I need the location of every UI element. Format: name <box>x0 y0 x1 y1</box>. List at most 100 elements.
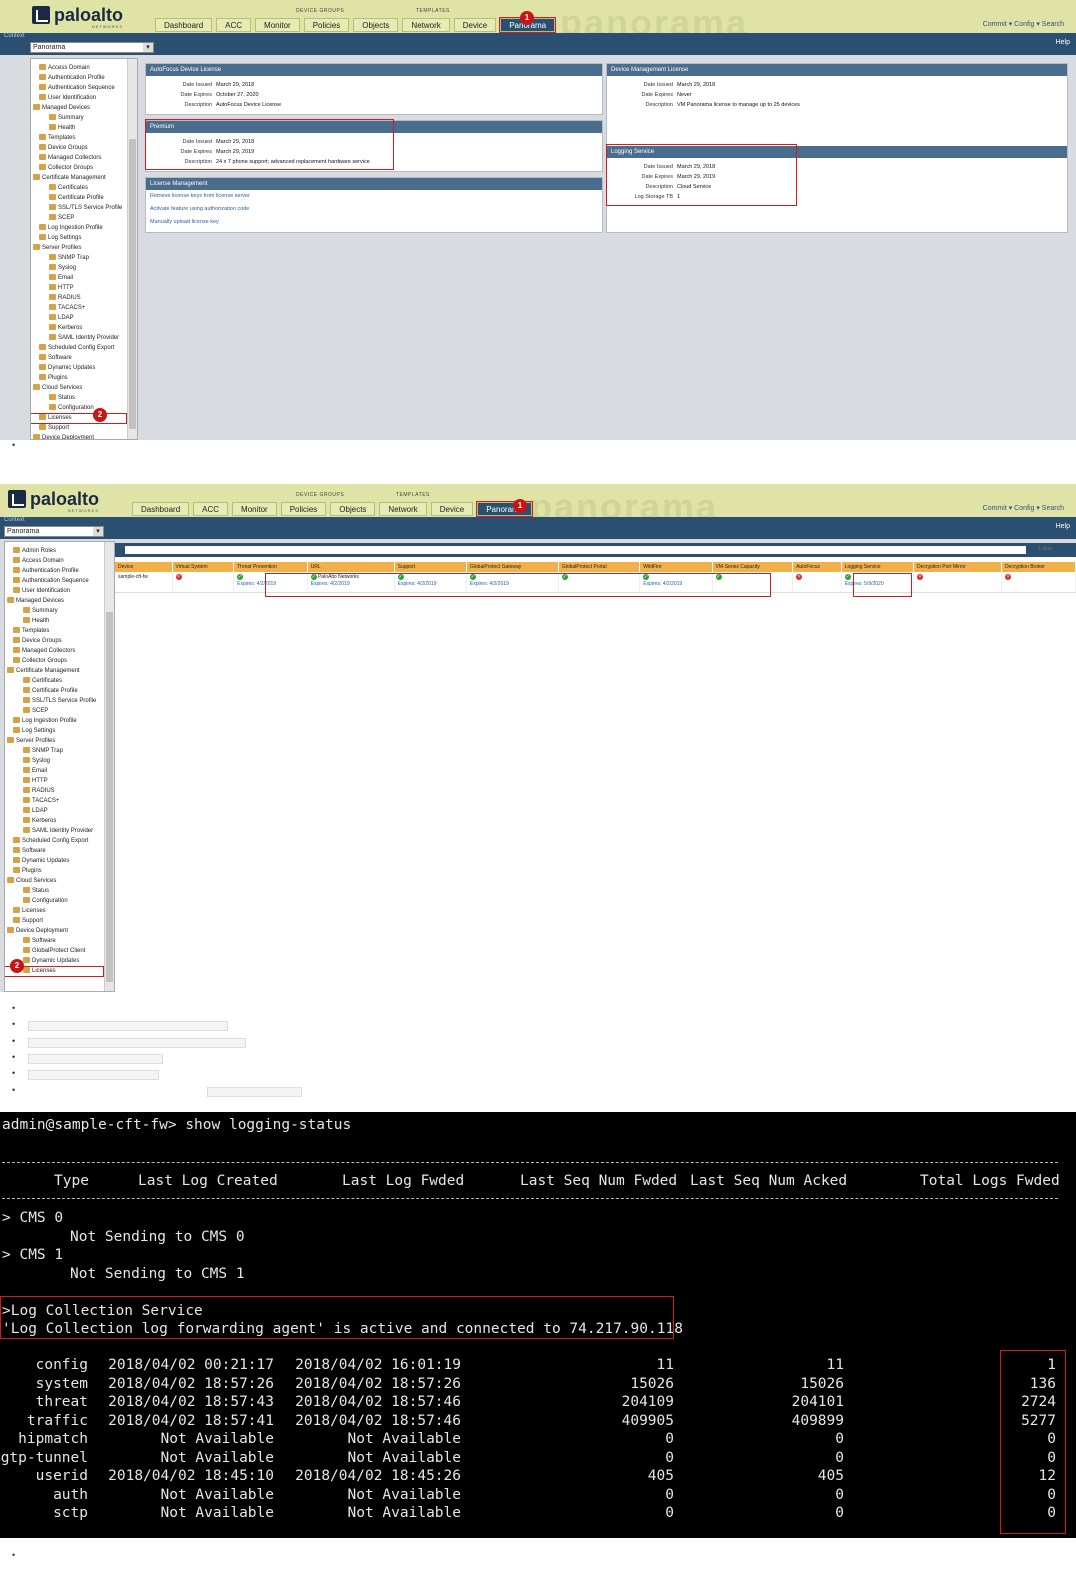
sidebar-item[interactable]: Authentication Profile <box>31 73 127 83</box>
column-header[interactable]: Logging Service <box>841 562 914 572</box>
sidebar-item[interactable]: Health <box>5 616 104 626</box>
sidebar-item[interactable]: SAML Identity Provider <box>31 333 127 343</box>
column-header[interactable]: AutoFocus <box>792 562 842 572</box>
sidebar-item[interactable]: Device Groups <box>31 143 127 153</box>
tab-network[interactable]: Network <box>402 18 450 32</box>
sidebar-item[interactable]: Log Ingestion Profile <box>31 223 127 233</box>
sidebar-item[interactable]: Access Domain <box>31 63 127 73</box>
retrieve-license-link[interactable]: Retrieve license keys from license serve… <box>146 190 602 203</box>
sidebar-item[interactable]: LDAP <box>31 313 127 323</box>
sidebar-item[interactable]: Certificate Profile <box>5 686 104 696</box>
sidebar-item[interactable]: Configuration <box>5 896 104 906</box>
sidebar-item[interactable]: Managed Devices <box>31 103 127 113</box>
sidebar-item[interactable]: Software <box>5 936 104 946</box>
column-header[interactable]: Support <box>394 562 467 572</box>
column-header[interactable]: URL <box>307 562 395 572</box>
sidebar-item[interactable]: Status <box>5 886 104 896</box>
upload-license-link[interactable]: Manually upload license key <box>146 216 602 229</box>
sidebar-item[interactable]: SSL/TLS Service Profile <box>5 696 104 706</box>
sidebar-item[interactable]: Syslog <box>31 263 127 273</box>
tab-device[interactable]: Device <box>430 502 474 516</box>
sidebar-item[interactable]: LDAP <box>5 806 104 816</box>
sidebar-item[interactable]: Status <box>31 393 127 403</box>
sidebar-item[interactable]: Authentication Sequence <box>5 576 104 586</box>
sidebar-item[interactable]: Plugins <box>31 373 127 383</box>
sidebar-item[interactable]: HTTP <box>5 776 104 786</box>
sidebar-item[interactable]: RADIUS <box>31 293 127 303</box>
help-button[interactable]: Help <box>1056 39 1070 46</box>
sidebar-item[interactable]: Access Domain <box>5 556 104 566</box>
sidebar-item[interactable]: Collector Groups <box>31 163 127 173</box>
sidebar-item[interactable]: Managed Devices <box>5 596 104 606</box>
sidebar-item[interactable]: Authentication Sequence <box>31 83 127 93</box>
sidebar-item[interactable]: Software <box>31 353 127 363</box>
sidebar-item[interactable]: Managed Collectors <box>31 153 127 163</box>
tab-device[interactable]: Device <box>453 18 497 32</box>
sidebar-item[interactable]: User Identification <box>31 93 127 103</box>
tab-acc[interactable]: ACC <box>216 18 252 32</box>
sidebar-item[interactable]: Kerberos <box>31 323 127 333</box>
sidebar-item[interactable]: Device Groups <box>5 636 104 646</box>
column-header[interactable]: WildFire <box>639 562 713 572</box>
sidebar-item[interactable]: HTTP <box>31 283 127 293</box>
sidebar-item[interactable]: Summary <box>5 606 104 616</box>
sidebar-item[interactable]: Admin Roles <box>5 546 104 556</box>
context-select[interactable]: Panorama <box>4 526 104 537</box>
tab-dashboard[interactable]: Dashboard <box>155 18 213 32</box>
tab-acc[interactable]: ACC <box>193 502 229 516</box>
sidebar-item[interactable]: Authentication Profile <box>5 566 104 576</box>
sidebar-item[interactable]: Dynamic Updates <box>31 363 127 373</box>
sidebar-item[interactable]: Server Profiles <box>31 243 127 253</box>
column-header[interactable]: Device <box>115 562 173 572</box>
sidebar-item[interactable]: SNMP Trap <box>31 253 127 263</box>
sidebar-item[interactable]: Kerberos <box>5 816 104 826</box>
sidebar-item[interactable]: Health <box>31 123 127 133</box>
column-header[interactable]: Decryption Port Mirror <box>913 562 1002 572</box>
tab-objects[interactable]: Objects <box>330 502 376 516</box>
sidebar-item[interactable]: Scheduled Config Export <box>5 836 104 846</box>
sidebar-item[interactable]: Dynamic Updates <box>5 856 104 866</box>
sidebar-item[interactable]: TACACS+ <box>5 796 104 806</box>
column-header[interactable]: Decryption Broker <box>1001 562 1076 572</box>
sidebar-item[interactable]: Licenses <box>5 906 104 916</box>
sidebar-item[interactable]: Templates <box>5 626 104 636</box>
context-select[interactable]: Panorama <box>30 42 154 53</box>
sidebar-item[interactable]: Log Settings <box>5 726 104 736</box>
sidebar-item[interactable]: Software <box>5 846 104 856</box>
sidebar-item[interactable]: SNMP Trap <box>5 746 104 756</box>
sidebar-item[interactable]: Scheduled Config Export <box>31 343 127 353</box>
sidebar-item[interactable]: Plugins <box>5 866 104 876</box>
sidebar-scrollbar[interactable] <box>127 59 137 439</box>
sidebar-item[interactable]: Syslog <box>5 756 104 766</box>
sidebar-item[interactable]: Log Settings <box>31 233 127 243</box>
sidebar-item[interactable]: Support <box>31 423 127 433</box>
column-header[interactable]: Threat Prevention <box>233 562 308 572</box>
sidebar-item[interactable]: Certificates <box>31 183 127 193</box>
sidebar-item[interactable]: Server Profiles <box>5 736 104 746</box>
sidebar-item[interactable]: Device Deployment <box>5 926 104 936</box>
sidebar-item[interactable]: User Identification <box>5 586 104 596</box>
sidebar-item[interactable]: Certificate Management <box>31 173 127 183</box>
sidebar-item[interactable]: Certificates <box>5 676 104 686</box>
filter-input[interactable] <box>125 546 1026 554</box>
sidebar-item[interactable]: Cloud Services <box>31 383 127 393</box>
column-header[interactable]: Virtual System <box>172 562 235 572</box>
sidebar-item[interactable]: SSL/TLS Service Profile <box>31 203 127 213</box>
sidebar-item[interactable]: RADIUS <box>5 786 104 796</box>
sidebar-item[interactable]: Email <box>31 273 127 283</box>
sidebar-item[interactable]: Certificate Profile <box>31 193 127 203</box>
sidebar-item[interactable]: Log Ingestion Profile <box>5 716 104 726</box>
sidebar-item[interactable]: Configuration <box>31 403 127 413</box>
column-header[interactable]: VM-Series Capacity <box>712 562 794 572</box>
tab-monitor[interactable]: Monitor <box>232 502 277 516</box>
sidebar-item[interactable]: SCEP <box>5 706 104 716</box>
commit-config-search[interactable]: Commit ▾ Config ▾ Search <box>983 504 1064 512</box>
column-header[interactable]: GlobalProtect Portal <box>558 562 641 572</box>
sidebar-item[interactable]: Templates <box>31 133 127 143</box>
sidebar-item[interactable]: GlobalProtect Client <box>5 946 104 956</box>
sidebar-item[interactable]: SAML Identity Provider <box>5 826 104 836</box>
commit-config-search[interactable]: Commit ▾ Config ▾ Search <box>983 20 1064 28</box>
column-header[interactable]: GlobalProtect Gateway <box>466 562 559 572</box>
sidebar-item[interactable]: Licenses <box>31 413 127 424</box>
tab-policies[interactable]: Policies <box>280 502 327 516</box>
